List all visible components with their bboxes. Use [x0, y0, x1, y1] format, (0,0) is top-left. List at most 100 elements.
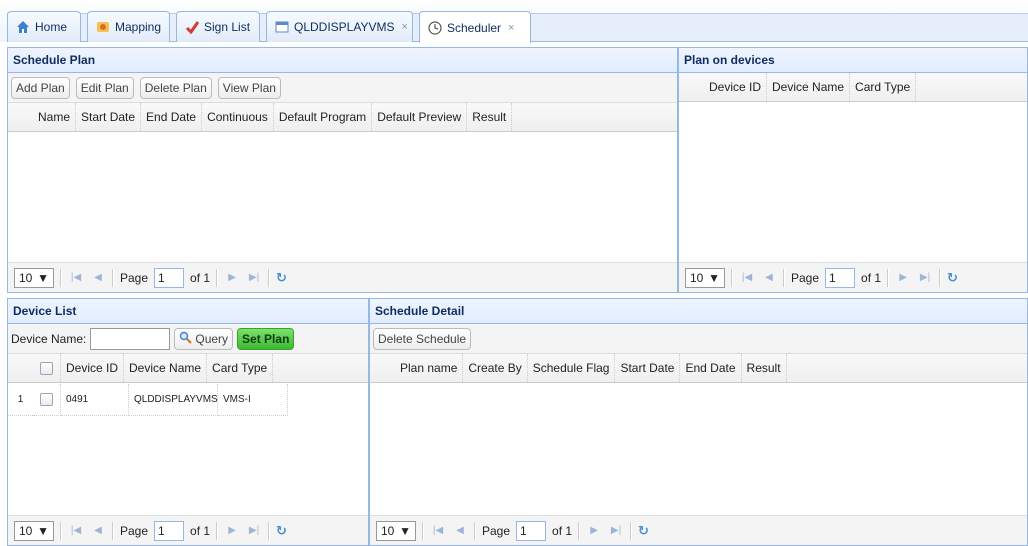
- column-header[interactable]: Device Name: [767, 73, 851, 101]
- sign-list-icon: [185, 20, 200, 35]
- row-checkbox-cell: [33, 384, 61, 416]
- page-label: Page: [120, 270, 149, 285]
- row-checkbox[interactable]: [40, 393, 53, 406]
- separator: [422, 521, 424, 540]
- delete-schedule-button[interactable]: Delete Schedule: [373, 327, 472, 350]
- pagination-bar: 10 ▼ |◀ ◀ Page 1 of 1 ▶ ▶| ↻: [679, 262, 1027, 292]
- column-header[interactable]: Card Type: [207, 354, 274, 382]
- panel-title: Plan on devices: [679, 48, 1027, 73]
- last-page-icon[interactable]: ▶|: [917, 270, 933, 286]
- column-header[interactable]: Default Preview: [372, 103, 468, 131]
- page-size-select[interactable]: 10 ▼: [376, 520, 416, 541]
- edit-plan-button[interactable]: Edit Plan: [75, 76, 134, 99]
- card-type-cell: VMS-I: [218, 384, 288, 416]
- delete-plan-button[interactable]: Delete Plan: [139, 76, 212, 99]
- page-size-select[interactable]: 10 ▼: [685, 267, 725, 288]
- device-name-input[interactable]: [90, 327, 171, 350]
- prev-page-icon[interactable]: ◀: [761, 270, 777, 286]
- schedule-plan-grid-header: Name Start Date End Date Continuous Defa…: [8, 103, 677, 132]
- last-page-icon[interactable]: ▶|: [246, 270, 262, 286]
- column-header[interactable]: Device ID: [704, 73, 768, 101]
- separator: [887, 268, 890, 287]
- device-list-grid-header: Device ID Device Name Card Type: [8, 354, 368, 383]
- column-header[interactable]: Schedule Flag: [528, 354, 616, 382]
- next-page-icon[interactable]: ▶: [586, 523, 602, 539]
- next-page-icon[interactable]: ▶: [224, 523, 240, 539]
- tab-label: QLDDISPLAYVMS: [294, 20, 395, 34]
- column-header[interactable]: Device Name: [124, 354, 208, 382]
- column-header[interactable]: Result: [742, 354, 787, 382]
- select-all-checkbox[interactable]: [40, 361, 53, 375]
- column-header[interactable]: Continuous: [202, 103, 274, 131]
- column-header[interactable]: End Date: [680, 354, 742, 382]
- add-plan-button[interactable]: Add Plan: [11, 76, 70, 99]
- tab-bar: Home Mapping Sign List QLDDISPLAYVMS × S…: [0, 0, 1028, 43]
- page-count-label: of 1: [552, 523, 573, 538]
- refresh-icon[interactable]: ↻: [638, 523, 649, 539]
- page-label: Page: [120, 523, 149, 538]
- dropdown-arrow-icon: ▼: [37, 523, 49, 538]
- next-page-icon[interactable]: ▶: [895, 270, 911, 286]
- schedule-detail-grid-header: Plan name Create By Schedule Flag Start …: [370, 354, 1027, 383]
- tab-qlddisplayvms[interactable]: QLDDISPLAYVMS ×: [266, 11, 413, 42]
- next-page-icon[interactable]: ▶: [224, 270, 240, 286]
- first-page-icon[interactable]: |◀: [739, 270, 755, 286]
- page-number-input[interactable]: 1: [154, 520, 185, 541]
- column-header[interactable]: Name: [33, 103, 77, 131]
- tab-mapping[interactable]: Mapping: [87, 11, 170, 42]
- page-number-input[interactable]: 1: [825, 267, 856, 288]
- device-list-panel: Device List Device Name: Query Set Plan …: [7, 298, 369, 546]
- prev-page-icon[interactable]: ◀: [90, 523, 106, 539]
- tab-sign-list[interactable]: Sign List: [176, 11, 260, 42]
- row-number-header: [8, 103, 33, 131]
- column-header[interactable]: Card Type: [850, 73, 917, 101]
- mapping-icon: [96, 20, 110, 34]
- column-header[interactable]: Default Program: [274, 103, 373, 131]
- separator: [268, 268, 271, 287]
- refresh-icon[interactable]: ↻: [276, 270, 287, 286]
- column-header[interactable]: Result: [467, 103, 513, 131]
- schedule-detail-toolbar: Delete Schedule: [370, 324, 1027, 354]
- dropdown-arrow-icon: ▼: [399, 523, 411, 538]
- column-header[interactable]: Start Date: [76, 103, 142, 131]
- device-name-label: Device Name:: [11, 331, 87, 346]
- device-name-cell: QLDDISPLAYVMS: [129, 384, 218, 416]
- page-number-input[interactable]: 1: [516, 520, 547, 541]
- separator: [268, 521, 271, 540]
- page-size-select[interactable]: 10 ▼: [14, 267, 54, 288]
- view-plan-button[interactable]: View Plan: [217, 76, 281, 99]
- column-header[interactable]: Start Date: [615, 354, 681, 382]
- query-button[interactable]: Query: [174, 327, 234, 350]
- set-plan-button[interactable]: Set Plan: [237, 327, 295, 350]
- prev-page-icon[interactable]: ◀: [452, 523, 468, 539]
- dropdown-arrow-icon: ▼: [37, 270, 49, 285]
- table-row[interactable]: 1 0491 QLDDISPLAYVMS VMS-I: [8, 384, 368, 416]
- prev-page-icon[interactable]: ◀: [90, 270, 106, 286]
- separator: [578, 521, 581, 540]
- pagination-bar: 10 ▼ |◀ ◀ Page 1 of 1 ▶ ▶| ↻: [8, 262, 677, 292]
- first-page-icon[interactable]: |◀: [68, 270, 84, 286]
- first-page-icon[interactable]: |◀: [430, 523, 446, 539]
- tab-label: Sign List: [204, 20, 251, 34]
- close-icon[interactable]: ×: [508, 22, 514, 34]
- last-page-icon[interactable]: ▶|: [608, 523, 624, 539]
- separator: [112, 521, 114, 540]
- refresh-icon[interactable]: ↻: [276, 523, 287, 539]
- separator: [216, 268, 219, 287]
- home-icon: [16, 20, 30, 34]
- column-header[interactable]: Device ID: [61, 354, 125, 382]
- page-number-input[interactable]: 1: [154, 267, 185, 288]
- page-size-select[interactable]: 10 ▼: [14, 520, 54, 541]
- row-number: 1: [8, 384, 33, 416]
- separator: [783, 268, 785, 287]
- tab-label: Mapping: [115, 20, 162, 34]
- column-header[interactable]: End Date: [141, 103, 203, 131]
- last-page-icon[interactable]: ▶|: [246, 523, 262, 539]
- refresh-icon[interactable]: ↻: [947, 270, 958, 286]
- tab-scheduler[interactable]: Scheduler ×: [419, 11, 531, 43]
- first-page-icon[interactable]: |◀: [68, 523, 84, 539]
- tab-home[interactable]: Home: [7, 11, 81, 42]
- column-header[interactable]: Plan name: [395, 354, 464, 382]
- column-header[interactable]: Create By: [463, 354, 528, 382]
- close-icon[interactable]: ×: [401, 21, 407, 33]
